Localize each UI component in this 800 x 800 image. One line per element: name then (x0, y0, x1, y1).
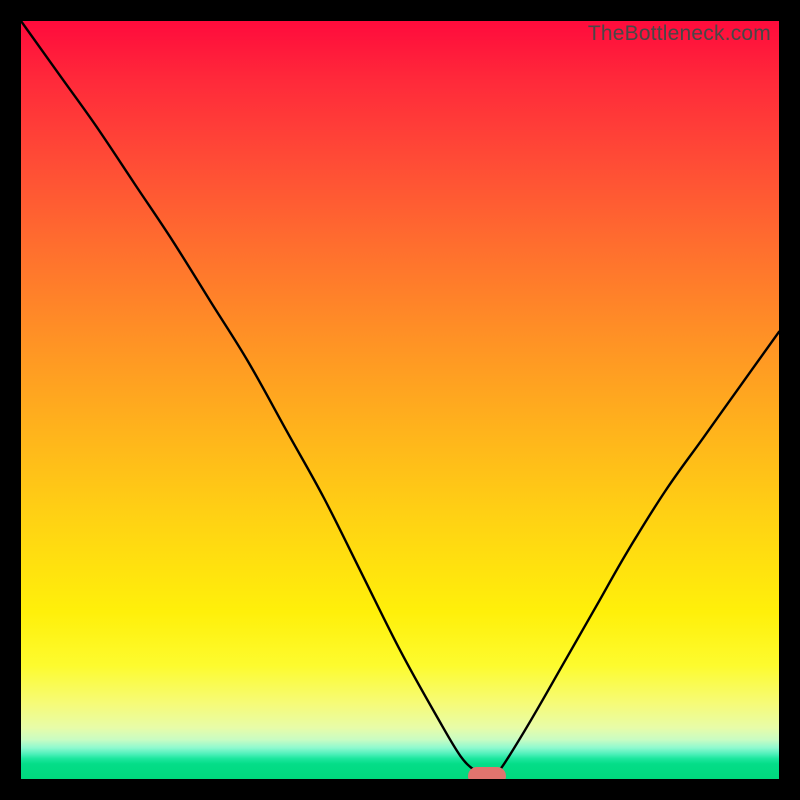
attribution-text: TheBottleneck.com (588, 22, 771, 46)
outer-frame: TheBottleneck.com (0, 0, 800, 800)
plot-area: TheBottleneck.com (21, 21, 779, 779)
curve-path (21, 21, 779, 779)
bottleneck-curve (21, 21, 779, 779)
optimal-marker (468, 767, 506, 779)
